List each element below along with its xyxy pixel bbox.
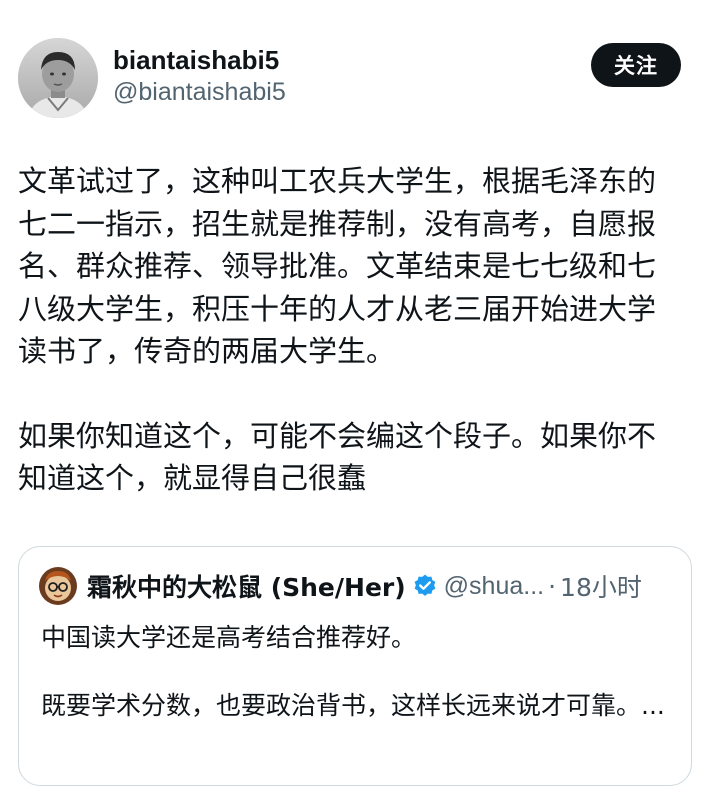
post-header: biantaishabi5 @biantaishabi5 关注: [18, 36, 681, 118]
author-handle[interactable]: @biantaishabi5: [113, 76, 286, 108]
quoted-paragraph: 既要学术分数，也要政治背书，这样长远来说才可靠。...: [41, 691, 665, 720]
post-paragraph: 文革试过了，这种叫工农兵大学生，根据毛泽东的七二一指示，招生就是推荐制，没有高考…: [18, 164, 657, 368]
author-info: biantaishabi5 @biantaishabi5: [113, 44, 286, 108]
author-avatar[interactable]: [18, 38, 98, 118]
squirrel-avatar-icon: [39, 567, 77, 605]
quoted-author-name[interactable]: 霜秋中的大松鼠 (She/Her): [87, 568, 406, 604]
post-paragraph: 如果你知道这个，可能不会编这个段子。如果你不知道这个，就显得自己很蠢: [18, 418, 657, 496]
author-display-name[interactable]: biantaishabi5: [113, 44, 286, 76]
follow-button[interactable]: 关注: [591, 43, 681, 87]
quoted-post-text: 中国读大学还是高考结合推荐好。 既要学术分数，也要政治背书，这样长远来说才可靠。…: [41, 619, 671, 725]
quoted-author-avatar[interactable]: [39, 567, 77, 605]
quoted-post-header: 霜秋中的大松鼠 (She/Her) @shua... · 18小时: [39, 567, 671, 605]
post-text: 文革试过了，这种叫工农兵大学生，根据毛泽东的七二一指示，招生就是推荐制，没有高考…: [18, 160, 678, 500]
quoted-paragraph: 中国读大学还是高考结合推荐好。: [41, 623, 417, 652]
verified-badge-icon: [414, 574, 436, 596]
quoted-author-handle[interactable]: @shua...: [444, 572, 544, 601]
quoted-post-time[interactable]: 18小时: [560, 568, 642, 604]
avatar-photo-icon: [18, 38, 98, 118]
separator-dot: ·: [548, 571, 557, 601]
quoted-post-card[interactable]: 霜秋中的大松鼠 (She/Her) @shua... · 18小时 中国读大学还…: [18, 546, 692, 786]
